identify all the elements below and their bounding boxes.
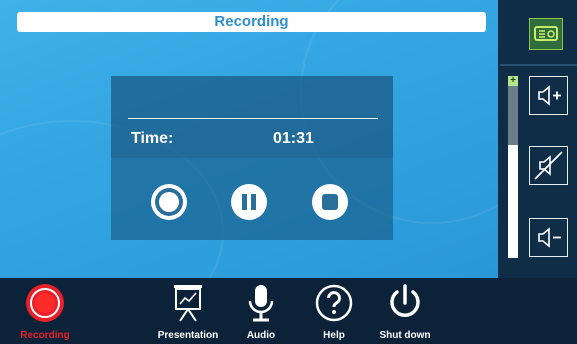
- mute-button[interactable]: [529, 146, 568, 185]
- page-title: Recording: [17, 12, 486, 32]
- volume-up-button[interactable]: [529, 76, 568, 115]
- bottom-nav: [0, 278, 577, 344]
- nav-presentation[interactable]: Presentation: [152, 282, 224, 341]
- nav-help[interactable]: Help: [312, 282, 356, 341]
- volume-level: [508, 145, 518, 258]
- nav-label: Audio: [246, 330, 276, 341]
- help-icon: [315, 284, 353, 322]
- nav-shutdown[interactable]: Shut down: [372, 282, 438, 341]
- time-value: 01:31: [273, 130, 314, 147]
- projector-icon: [534, 26, 558, 41]
- stop-button[interactable]: [310, 182, 350, 222]
- volume-max-marker: +: [508, 76, 518, 86]
- nav-label: Help: [323, 330, 345, 341]
- nav-label: Shut down: [379, 330, 431, 341]
- volume-up-icon: [538, 85, 561, 106]
- time-label: Time:: [131, 130, 174, 147]
- record-icon: [26, 284, 64, 322]
- presentation-icon: [174, 285, 202, 322]
- projector-button[interactable]: [529, 18, 563, 50]
- microphone-icon: [248, 285, 274, 322]
- nav-label: Presentation: [157, 330, 219, 341]
- divider: [128, 118, 378, 119]
- divider: [500, 64, 577, 66]
- nav-recording[interactable]: Recording: [10, 282, 80, 341]
- stop-icon: [312, 184, 348, 220]
- volume-slider[interactable]: +: [508, 76, 518, 258]
- nav-audio[interactable]: Audio: [238, 282, 284, 341]
- power-icon: [390, 284, 420, 317]
- volume-down-icon: [538, 227, 561, 248]
- pause-button[interactable]: [229, 182, 269, 222]
- volume-down-button[interactable]: [529, 218, 568, 257]
- mute-icon: [534, 151, 563, 180]
- nav-label: Recording: [20, 330, 70, 341]
- record-button[interactable]: [149, 182, 189, 222]
- record-icon: [151, 184, 187, 220]
- pause-icon: [231, 184, 267, 220]
- recorder-panel: Time: 01:31: [111, 76, 393, 240]
